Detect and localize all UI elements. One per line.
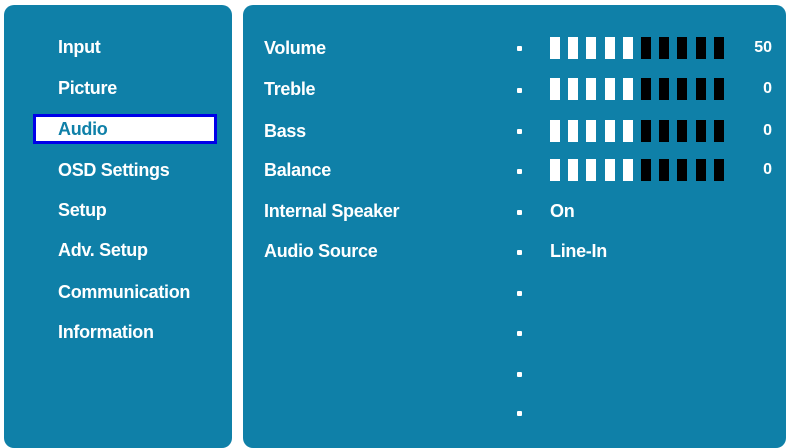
slider-segment — [641, 120, 651, 142]
slider-segment — [696, 159, 706, 181]
menu-item-audio[interactable]: Audio — [33, 114, 217, 144]
balance-label: Balance — [264, 160, 331, 180]
treble-value: 0 — [763, 80, 772, 97]
slider-segment — [550, 159, 560, 181]
slider-segment — [677, 159, 687, 181]
slider-segment — [568, 37, 578, 59]
slider-segment — [605, 120, 615, 142]
row-bullet — [517, 411, 522, 416]
menu-item-adv-setup[interactable]: Adv. Setup — [33, 235, 217, 265]
slider-segment — [550, 37, 560, 59]
slider-segment — [623, 78, 633, 100]
menu-item-setup[interactable]: Setup — [33, 195, 217, 225]
row-bullet — [517, 88, 522, 93]
audio-source-value[interactable]: Line-In — [550, 239, 607, 263]
menu-item-input[interactable]: Input — [33, 32, 217, 62]
slider-segment — [641, 78, 651, 100]
slider-segment — [568, 78, 578, 100]
slider-segment — [714, 78, 724, 100]
slider-segment — [659, 37, 669, 59]
slider-segment — [586, 78, 596, 100]
slider-segment — [605, 159, 615, 181]
menu-item-communication[interactable]: Communication — [33, 277, 217, 307]
slider-segment — [714, 159, 724, 181]
balance-slider[interactable] — [550, 159, 732, 181]
row-bullet — [517, 250, 522, 255]
slider-segment — [696, 120, 706, 142]
menu-item-information[interactable]: Information — [33, 317, 217, 347]
slider-segment — [586, 37, 596, 59]
slider-segment — [659, 120, 669, 142]
row-bullet — [517, 210, 522, 215]
slider-segment — [568, 159, 578, 181]
row-bullet — [517, 129, 522, 134]
audio-source-label: Audio Source — [264, 241, 378, 261]
slider-segment — [641, 159, 651, 181]
slider-segment — [550, 78, 560, 100]
main-menu-panel: Input Picture Audio OSD Settings Setup A… — [4, 5, 232, 448]
slider-segment — [623, 120, 633, 142]
slider-segment — [696, 37, 706, 59]
slider-segment — [659, 78, 669, 100]
slider-segment — [714, 120, 724, 142]
treble-slider[interactable] — [550, 78, 732, 100]
slider-segment — [586, 159, 596, 181]
slider-segment — [659, 159, 669, 181]
volume-slider[interactable] — [550, 37, 732, 59]
slider-segment — [586, 120, 596, 142]
row-bullet — [517, 372, 522, 377]
slider-segment — [623, 37, 633, 59]
slider-segment — [677, 37, 687, 59]
slider-segment — [714, 37, 724, 59]
bass-value: 0 — [763, 122, 772, 139]
internal-speaker-value[interactable]: On — [550, 199, 575, 223]
slider-segment — [605, 78, 615, 100]
row-bullet — [517, 46, 522, 51]
volume-label: Volume — [264, 38, 326, 58]
slider-segment — [641, 37, 651, 59]
menu-item-picture[interactable]: Picture — [33, 73, 217, 103]
row-bullet — [517, 169, 522, 174]
slider-segment — [568, 120, 578, 142]
row-bullet — [517, 331, 522, 336]
bass-label: Bass — [264, 121, 306, 141]
treble-label: Treble — [264, 79, 316, 99]
row-bullet — [517, 291, 522, 296]
balance-value: 0 — [763, 161, 772, 178]
slider-segment — [605, 37, 615, 59]
internal-speaker-label: Internal Speaker — [264, 201, 400, 221]
slider-segment — [550, 120, 560, 142]
bass-slider[interactable] — [550, 120, 732, 142]
slider-segment — [623, 159, 633, 181]
slider-segment — [677, 120, 687, 142]
menu-item-osd-settings[interactable]: OSD Settings — [33, 155, 217, 185]
volume-value: 50 — [754, 39, 772, 56]
audio-settings-panel: Volume 50 Treble 0 Bass 0 Balance 0 Inte… — [243, 5, 786, 448]
slider-segment — [696, 78, 706, 100]
slider-segment — [677, 78, 687, 100]
